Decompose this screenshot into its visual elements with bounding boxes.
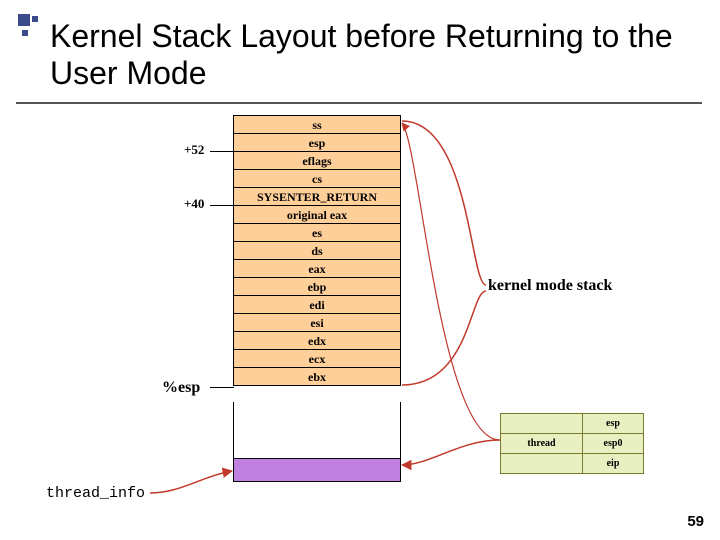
struct-cell: esp	[583, 414, 643, 433]
title-underline	[16, 102, 702, 104]
cell-sysenter-return: SYSENTER_RETURN	[234, 188, 400, 206]
struct-row: thread esp0	[501, 433, 643, 453]
cell-edi: edi	[234, 296, 400, 314]
thread-info-label: thread_info	[46, 485, 145, 502]
cell-ds: ds	[234, 242, 400, 260]
cell-eax: eax	[234, 260, 400, 278]
cell-esp: esp	[234, 134, 400, 152]
cell-eflags: eflags	[234, 152, 400, 170]
slide-title: Kernel Stack Layout before Returning to …	[50, 18, 720, 92]
struct-row: eip	[501, 453, 643, 473]
struct-cell	[501, 454, 583, 473]
struct-cell	[501, 414, 583, 433]
struct-table: esp thread esp0 eip	[500, 413, 644, 474]
cell-cs: cs	[234, 170, 400, 188]
cell-es: es	[234, 224, 400, 242]
offset-40: +40	[184, 196, 204, 212]
struct-cell: thread	[501, 434, 583, 453]
kernel-mode-stack-label: kernel mode stack	[488, 277, 612, 295]
stack-column: ss esp eflags cs SYSENTER_RETURN origina…	[233, 115, 401, 386]
cell-original-eax: original eax	[234, 206, 400, 224]
struct-cell: esp0	[583, 434, 643, 453]
cell-ebx: ebx	[234, 368, 400, 386]
page-number: 59	[687, 513, 704, 530]
stack-gap	[233, 402, 401, 458]
cell-ebp: ebp	[234, 278, 400, 296]
struct-row: esp	[501, 414, 643, 433]
thread-info-box	[233, 458, 401, 482]
slide-bullet-decoration	[18, 14, 44, 40]
esp-pointer-label: %esp	[162, 379, 200, 397]
cell-edx: edx	[234, 332, 400, 350]
tick-esp	[210, 387, 234, 388]
cell-ecx: ecx	[234, 350, 400, 368]
cell-esi: esi	[234, 314, 400, 332]
struct-cell: eip	[583, 454, 643, 473]
offset-52: +52	[184, 142, 204, 158]
cell-ss: ss	[234, 116, 400, 134]
diagram-area: +52 +40 %esp ss esp eflags cs SYSENTER_R…	[0, 115, 720, 535]
